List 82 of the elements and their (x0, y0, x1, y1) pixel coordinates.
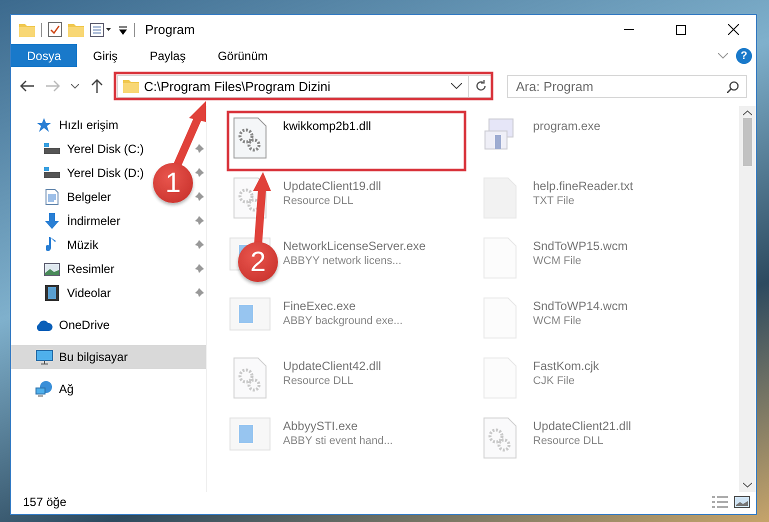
tiles-view-icon[interactable] (734, 496, 750, 508)
help-button[interactable]: ? (736, 48, 752, 64)
network-icon (35, 381, 53, 397)
pin-icon[interactable] (194, 168, 204, 178)
search-field[interactable]: Ara: Program (507, 74, 747, 98)
nav-item[interactable]: Bu bilgisayar (11, 345, 206, 369)
dropdown-icon[interactable] (118, 24, 128, 34)
chevron-down-icon[interactable] (71, 84, 79, 88)
scroll-down-icon[interactable] (743, 482, 752, 488)
pin-icon[interactable] (194, 288, 204, 298)
file-type: Resource DLL (533, 435, 604, 447)
folder-icon (123, 79, 139, 93)
nav-item[interactable]: Yerel Disk (C:) (11, 137, 152, 161)
file-name[interactable]: NetworkLicenseServer.exe (283, 239, 426, 253)
file-name[interactable]: kwikkomp2b1.dll (283, 119, 372, 133)
ribbon-tab[interactable]: Giriş (77, 44, 134, 67)
item-count: 157 öğe (23, 495, 68, 509)
file-type: Resource DLL (283, 195, 354, 207)
nav-item[interactable]: Hızlı erişim (11, 113, 126, 137)
document-icon (45, 189, 59, 205)
file-name[interactable]: UpdateClient21.dll (533, 419, 632, 433)
cloud-icon (35, 320, 53, 330)
file-type: TXT File (533, 195, 576, 207)
picture-icon (44, 262, 60, 276)
pin-icon[interactable] (194, 240, 204, 250)
file-name[interactable]: AbbyySTI.exe (283, 419, 393, 433)
scroll-thumb[interactable] (743, 118, 752, 166)
nav-item[interactable]: Resimler (11, 257, 122, 281)
file-type: ABBY background exe... (283, 315, 403, 327)
file-name[interactable]: FineExec.exe (283, 299, 403, 313)
window-file-icon (229, 417, 271, 451)
nav-item[interactable]: Yerel Disk (D:) (11, 161, 152, 185)
window-file-icon (229, 297, 271, 331)
film-icon (45, 285, 59, 301)
file-name[interactable]: program.exe (533, 119, 600, 133)
down-arrow-icon (44, 213, 60, 229)
folder-icon (19, 22, 35, 36)
scroll-up-icon[interactable] (743, 110, 752, 116)
properties-icon[interactable] (90, 22, 112, 36)
refresh-icon[interactable] (474, 80, 486, 92)
ribbon-tab[interactable]: Görünüm (202, 44, 284, 67)
file-type: CJK File (533, 375, 576, 387)
chevron-down-icon[interactable] (451, 83, 462, 89)
drive-icon (44, 143, 60, 155)
maximize-icon[interactable] (676, 24, 686, 34)
nav-item[interactable]: OneDrive (11, 313, 118, 337)
pin-icon[interactable] (194, 144, 204, 154)
refresh-button[interactable] (469, 74, 493, 98)
details-view-icon[interactable] (712, 496, 728, 508)
file-name[interactable]: UpdateClient19.dll (283, 179, 382, 193)
drive-icon (44, 167, 60, 179)
file-type: Resource DLL (283, 375, 354, 387)
nav-item[interactable]: Videolar (11, 281, 119, 305)
file-type: WCM File (533, 255, 582, 267)
checklist-icon[interactable] (48, 22, 62, 37)
music-note-icon (46, 237, 58, 253)
ribbon-tab[interactable]: Dosya (11, 44, 78, 67)
file-type: WCM File (533, 315, 582, 327)
address-bar[interactable]: C:\Program Files\Program Dizini (117, 74, 469, 98)
search-icon (727, 80, 739, 92)
new-folder-icon (68, 22, 84, 36)
nav-item[interactable]: Ağ (11, 377, 82, 401)
file-name[interactable]: SndToWP14.wcm (533, 299, 628, 313)
file-name[interactable]: SndToWP15.wcm (533, 239, 628, 253)
ribbon-tab[interactable]: Paylaş (134, 44, 202, 67)
scrollbar[interactable] (739, 106, 756, 492)
pin-icon[interactable] (194, 192, 204, 202)
window-title: Program (145, 22, 196, 37)
file-name[interactable]: FastKom.cjk (533, 359, 600, 373)
monitor-icon (36, 350, 52, 364)
close-icon[interactable] (728, 24, 738, 35)
nav-item[interactable]: Müzik (11, 233, 106, 257)
file-type: ABBYY network licens... (283, 255, 402, 267)
address-path: C:\Program Files\Program Dizini (144, 78, 332, 94)
file-type: ABBY sti event hand... (283, 435, 393, 447)
pin-icon[interactable] (194, 216, 204, 226)
nav-item[interactable]: Belgeler (11, 185, 120, 209)
star-icon (36, 117, 52, 133)
pin-icon[interactable] (194, 264, 204, 274)
nav-item[interactable]: İndirmeler (11, 209, 128, 233)
file-name[interactable]: help.fineReader.txt (533, 179, 634, 193)
file-name[interactable]: UpdateClient42.dll (283, 359, 382, 373)
